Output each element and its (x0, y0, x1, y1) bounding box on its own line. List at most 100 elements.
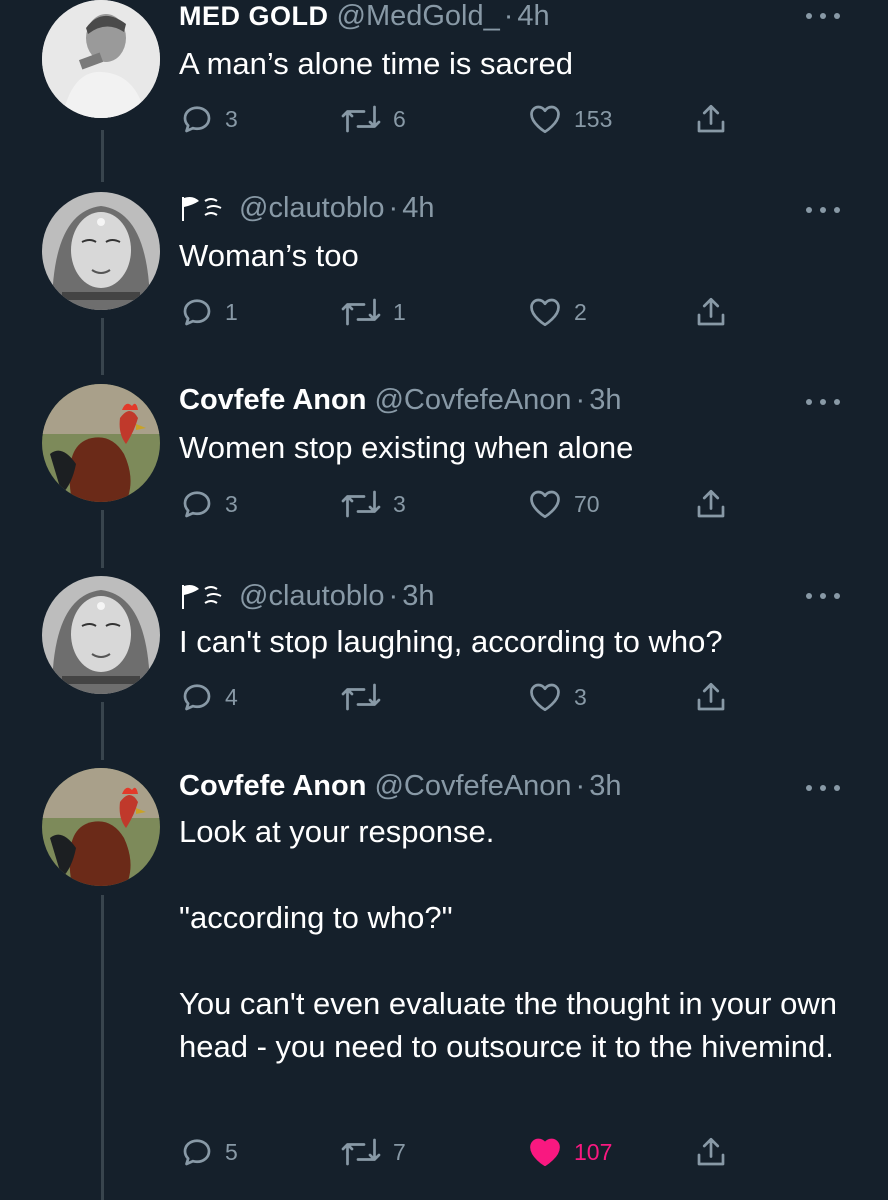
timestamp[interactable]: 4h (402, 192, 434, 225)
tweet-header: @clautoblo · 4h (179, 190, 434, 226)
more-icon[interactable] (806, 394, 840, 410)
more-icon[interactable] (806, 588, 840, 604)
display-name[interactable]: Covfefe Anon (179, 384, 366, 417)
retweet-icon (341, 1138, 381, 1166)
retweet-button[interactable]: 6 (339, 99, 406, 139)
reply-count: 5 (225, 1138, 238, 1165)
avatar-covfefeanon[interactable] (42, 768, 160, 886)
retweet-icon (341, 683, 381, 711)
share-icon (697, 104, 725, 133)
avatar-covfefeanon[interactable] (42, 384, 160, 502)
share-icon (697, 489, 725, 518)
tweet-header: Covfefe Anon @CovfefeAnon · 3h (179, 768, 621, 804)
reply-count: 3 (225, 105, 238, 132)
share-button[interactable] (693, 292, 729, 332)
more-icon[interactable] (806, 202, 840, 218)
display-name[interactable]: Covfefe Anon (179, 770, 366, 803)
like-count: 153 (574, 105, 613, 132)
flag-emoji-icon (182, 197, 222, 221)
reply-button[interactable]: 1 (179, 292, 238, 332)
like-count: 2 (574, 298, 587, 325)
thread-line (101, 702, 104, 760)
share-icon (697, 682, 725, 711)
more-icon[interactable] (806, 8, 840, 24)
share-button[interactable] (693, 484, 729, 524)
tweet-actions: 1 1 2 (179, 292, 739, 332)
like-button[interactable]: 70 (526, 484, 600, 524)
retweet-button[interactable]: 7 (339, 1132, 406, 1172)
like-button[interactable]: 3 (526, 677, 587, 717)
tweet-header: @clautoblo · 3h (179, 578, 434, 614)
heart-filled-icon (530, 1138, 560, 1167)
like-count: 3 (574, 683, 587, 710)
share-icon (697, 1137, 725, 1166)
thread-line (101, 130, 104, 182)
reply-count: 4 (225, 683, 238, 710)
tweet-text: I can't stop laughing, according to who? (179, 624, 723, 659)
display-name[interactable]: MED GOLD (179, 1, 329, 32)
tweet-text: Woman’s too (179, 238, 359, 273)
retweet-button[interactable]: 1 (339, 292, 406, 332)
handle[interactable]: @MedGold_ (337, 0, 500, 33)
separator-dot: · (575, 769, 586, 802)
handle[interactable]: @clautoblo (239, 580, 385, 613)
retweet-count: 6 (393, 105, 406, 132)
reply-icon (183, 106, 211, 133)
avatar-clautoblo[interactable] (42, 576, 160, 694)
like-button[interactable]: 107 (526, 1132, 612, 1172)
timestamp[interactable]: 3h (589, 770, 621, 803)
like-button[interactable]: 153 (526, 99, 612, 139)
tweet-actions: 3 3 70 (179, 484, 739, 524)
tweet-actions: 5 7 107 (179, 1132, 739, 1172)
reply-button[interactable]: 3 (179, 484, 238, 524)
retweet-icon (341, 490, 381, 518)
separator-dot: · (388, 579, 399, 612)
retweet-button[interactable]: 3 (339, 484, 406, 524)
timestamp[interactable]: 3h (589, 384, 621, 417)
tweet-text: Women stop existing when alone (179, 430, 634, 465)
handle[interactable]: @CovfefeAnon (374, 384, 571, 417)
retweet-icon (341, 105, 381, 133)
retweet-count: 1 (393, 298, 406, 325)
thread-line (101, 318, 104, 375)
handle[interactable]: @clautoblo (239, 192, 385, 225)
like-count: 70 (574, 490, 600, 517)
flag-emoji-icon (182, 585, 222, 609)
tweet-text: Look at your response. "according to who… (179, 814, 837, 1064)
like-button[interactable]: 2 (526, 292, 587, 332)
share-button[interactable] (693, 1132, 729, 1172)
separator-dot: · (575, 383, 586, 416)
heart-icon (530, 683, 560, 712)
tweet-actions: 4 3 (179, 677, 739, 717)
timestamp[interactable]: 3h (402, 580, 434, 613)
reply-count: 1 (225, 298, 238, 325)
reply-icon (183, 1139, 211, 1166)
heart-icon (530, 298, 560, 327)
share-button[interactable] (693, 99, 729, 139)
heart-icon (530, 105, 560, 134)
reply-button[interactable]: 5 (179, 1132, 238, 1172)
tweet-actions: 3 6 153 (179, 99, 739, 139)
reply-icon (183, 491, 211, 518)
tweet-header: MED GOLD @MedGold_ · 4h (179, 0, 550, 34)
reply-icon (183, 684, 211, 711)
reply-icon (183, 299, 211, 326)
share-button[interactable] (693, 677, 729, 717)
thread-line (101, 895, 104, 1200)
retweet-icon (341, 298, 381, 326)
heart-icon (530, 490, 560, 519)
share-icon (697, 297, 725, 326)
retweet-count: 7 (393, 1138, 406, 1165)
reply-button[interactable]: 4 (179, 677, 238, 717)
like-count: 107 (574, 1138, 613, 1165)
thread-line (101, 510, 104, 568)
handle[interactable]: @CovfefeAnon (374, 770, 571, 803)
avatar-medgold[interactable] (42, 0, 160, 118)
avatar-clautoblo[interactable] (42, 192, 160, 310)
reply-count: 3 (225, 490, 238, 517)
retweet-button[interactable] (339, 677, 393, 717)
reply-button[interactable]: 3 (179, 99, 238, 139)
timestamp[interactable]: 4h (517, 0, 549, 33)
more-icon[interactable] (806, 780, 840, 796)
tweet-header: Covfefe Anon @CovfefeAnon · 3h (179, 382, 621, 418)
